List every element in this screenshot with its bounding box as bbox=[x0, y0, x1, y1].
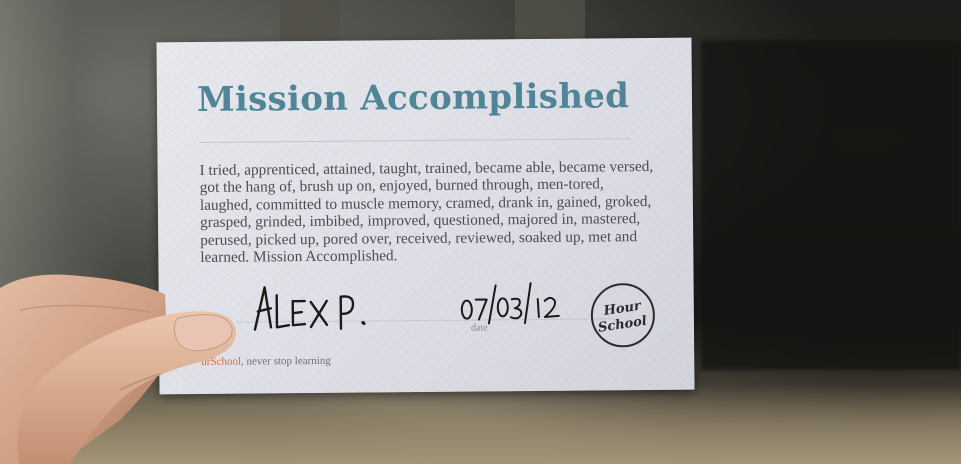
holding-hand bbox=[0, 274, 237, 464]
background-window bbox=[0, 0, 120, 300]
handwritten-signature bbox=[253, 286, 366, 331]
card-body-text: I tried, apprenticed, attained, taught, … bbox=[199, 158, 654, 266]
photo-scene: Mission Accomplished I tried, apprentice… bbox=[0, 0, 961, 464]
background-frame-right bbox=[515, 0, 585, 40]
hour-school-stamp-logo: Hour School bbox=[590, 283, 655, 348]
background-dark-shelf bbox=[701, 40, 961, 370]
card-title: Mission Accomplished bbox=[196, 76, 630, 120]
background-frame-left bbox=[280, 0, 340, 40]
handwritten-date bbox=[460, 282, 560, 325]
footer-tagline: , never stop learning bbox=[240, 354, 331, 368]
title-divider bbox=[199, 138, 631, 143]
